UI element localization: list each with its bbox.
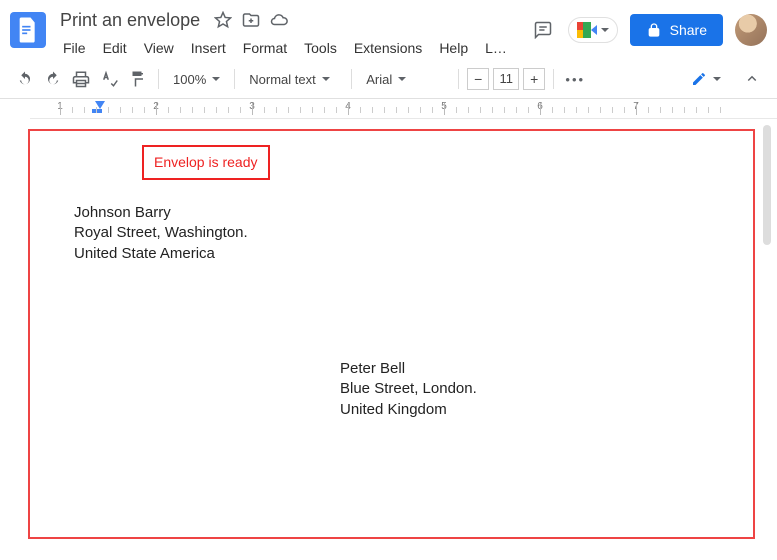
star-icon[interactable] <box>214 11 232 29</box>
font-dropdown[interactable]: Arial <box>360 66 450 92</box>
font-value: Arial <box>366 72 392 87</box>
menu-extensions[interactable]: Extensions <box>347 36 429 60</box>
collapse-button[interactable] <box>739 66 765 92</box>
meet-button[interactable] <box>568 17 618 43</box>
ruler[interactable]: 1234567 <box>30 99 777 119</box>
document-title[interactable]: Print an envelope <box>56 8 204 33</box>
font-size-input[interactable]: 11 <box>493 68 519 90</box>
zoom-value: 100% <box>173 72 206 87</box>
chevron-down-icon <box>322 77 330 81</box>
share-button[interactable]: Share <box>630 14 723 46</box>
recipient-line[interactable]: United Kingdom <box>340 400 477 420</box>
chevron-down-icon <box>713 77 721 81</box>
menu-format[interactable]: Format <box>236 36 294 60</box>
print-button[interactable] <box>68 66 94 92</box>
menu-tools[interactable]: Tools <box>297 36 344 60</box>
sender-line[interactable]: Johnson Barry <box>74 203 709 223</box>
menu-edit[interactable]: Edit <box>96 36 134 60</box>
style-value: Normal text <box>249 72 315 87</box>
undo-button[interactable] <box>12 66 38 92</box>
more-button[interactable]: ••• <box>562 66 588 92</box>
recipient-address[interactable]: Peter Bell Blue Street, London. United K… <box>340 359 477 420</box>
sender-line[interactable]: Royal Street, Washington. <box>74 223 709 243</box>
menu-help[interactable]: Help <box>432 36 475 60</box>
avatar[interactable] <box>735 14 767 46</box>
comments-icon[interactable] <box>530 17 556 43</box>
editing-mode-button[interactable] <box>683 67 729 91</box>
zoom-dropdown[interactable]: 100% <box>167 66 226 92</box>
recipient-line[interactable]: Peter Bell <box>340 359 477 379</box>
sender-address[interactable]: Johnson Barry Royal Street, Washington. … <box>74 203 709 264</box>
document-page[interactable]: Envelop is ready Johnson Barry Royal Str… <box>28 129 755 539</box>
docs-logo-icon[interactable] <box>10 12 46 48</box>
menu-last[interactable]: L… <box>478 36 514 60</box>
menu-insert[interactable]: Insert <box>184 36 233 60</box>
chevron-down-icon <box>212 77 220 81</box>
spellcheck-button[interactable] <box>96 66 122 92</box>
redo-button[interactable] <box>40 66 66 92</box>
font-decrease-button[interactable]: − <box>467 68 489 90</box>
recipient-line[interactable]: Blue Street, London. <box>340 379 477 399</box>
paint-format-button[interactable] <box>124 66 150 92</box>
menu-view[interactable]: View <box>137 36 181 60</box>
pencil-icon <box>691 71 707 87</box>
font-increase-button[interactable]: + <box>523 68 545 90</box>
cloud-status-icon[interactable] <box>270 11 288 29</box>
annotation-callout: Envelop is ready <box>142 145 270 180</box>
indent-base[interactable] <box>92 109 102 113</box>
style-dropdown[interactable]: Normal text <box>243 66 343 92</box>
move-icon[interactable] <box>242 11 260 29</box>
toolbar: 100% Normal text Arial − 11 + ••• <box>0 60 777 99</box>
meet-icon <box>577 22 597 38</box>
sender-line[interactable]: United State America <box>74 244 709 264</box>
chevron-down-icon <box>398 77 406 81</box>
menu-bar: File Edit View Insert Format Tools Exten… <box>56 36 520 60</box>
vertical-scrollbar[interactable] <box>763 125 771 245</box>
menu-file[interactable]: File <box>56 36 93 60</box>
share-label: Share <box>670 22 707 38</box>
chevron-down-icon <box>601 28 609 32</box>
